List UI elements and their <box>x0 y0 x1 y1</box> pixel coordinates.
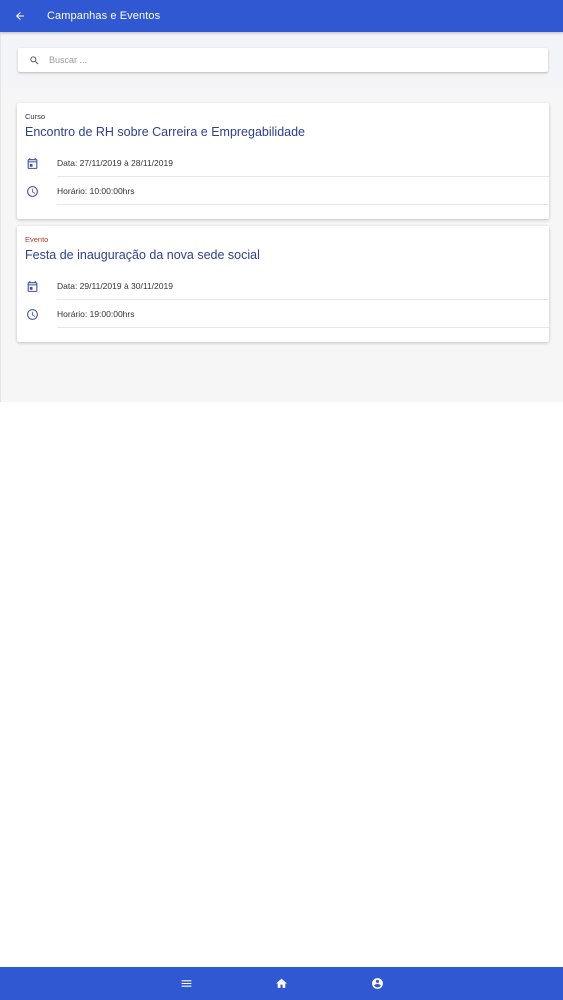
content-area: Curso Encontro de RH sobre Carreira e Em… <box>0 32 563 402</box>
card-category: Evento <box>25 235 49 244</box>
top-app-bar: Campanhas e Eventos <box>0 0 563 32</box>
calendar-icon <box>17 272 47 300</box>
account-circle-icon <box>371 978 383 989</box>
home-button[interactable] <box>261 967 301 1000</box>
clock-icon <box>17 177 47 205</box>
app-screen: Campanhas e Eventos Curso Encontro de RH… <box>0 0 563 1000</box>
row-divider <box>57 327 549 328</box>
arrow-left-icon <box>16 12 24 20</box>
search-icon <box>20 48 48 72</box>
search-input[interactable] <box>48 50 529 70</box>
card-time: Horário: 10:00:00hrs <box>57 186 135 196</box>
card-title[interactable]: Encontro de RH sobre Carreira e Empregab… <box>25 125 305 139</box>
profile-button[interactable] <box>357 967 397 1000</box>
card-date-row: Data: 27/11/2019 à 28/11/2019 <box>17 149 549 177</box>
calendar-icon <box>17 149 47 177</box>
card-category: Curso <box>25 112 46 121</box>
card-date-row: Data: 29/11/2019 à 30/11/2019 <box>17 272 549 300</box>
search-section <box>1 32 563 88</box>
row-divider <box>57 204 549 205</box>
card-date: Data: 29/11/2019 à 30/11/2019 <box>57 281 173 291</box>
menu-button[interactable] <box>166 967 206 1000</box>
card-date: Data: 27/11/2019 à 28/11/2019 <box>57 158 173 168</box>
home-icon <box>275 978 287 988</box>
card-title[interactable]: Festa de inauguração da nova sede social <box>25 248 260 262</box>
page-title: Campanhas e Eventos <box>47 10 161 22</box>
bottom-nav-bar <box>0 967 563 1000</box>
clock-icon <box>17 300 47 328</box>
back-button[interactable] <box>0 0 40 32</box>
search-bar[interactable] <box>18 48 548 72</box>
card-time-row: Horário: 10:00:00hrs <box>17 177 549 205</box>
card-time: Horário: 19:00:00hrs <box>57 309 135 319</box>
event-card[interactable]: Curso Encontro de RH sobre Carreira e Em… <box>17 103 549 219</box>
event-card[interactable]: Evento Festa de inauguração da nova sede… <box>17 226 549 342</box>
menu-icon <box>181 980 191 987</box>
card-time-row: Horário: 19:00:00hrs <box>17 300 549 328</box>
